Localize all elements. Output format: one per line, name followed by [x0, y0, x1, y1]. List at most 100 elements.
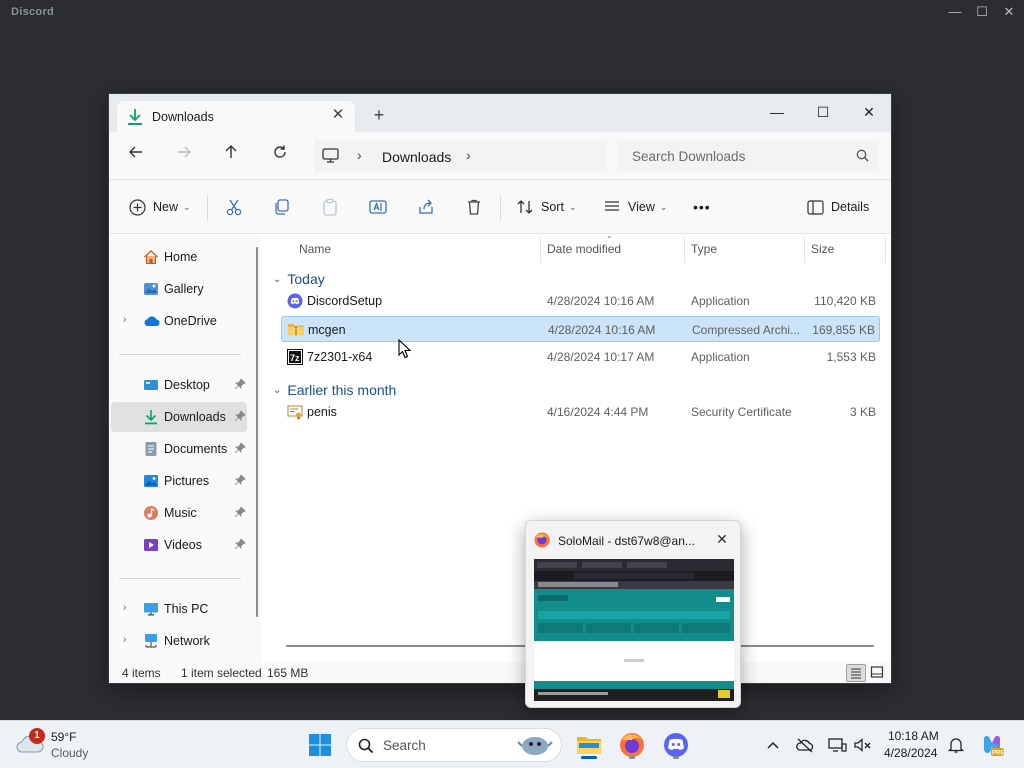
view-button[interactable]: View ⌄ [603, 195, 667, 219]
new-button[interactable]: New ⌄ [129, 195, 191, 219]
sidebar-item-label: OneDrive [164, 314, 217, 328]
delete-button[interactable] [465, 195, 483, 219]
details-view-icon [851, 668, 861, 679]
details-view-button[interactable] [846, 664, 866, 682]
paste-button[interactable] [321, 195, 339, 219]
certificate-icon [287, 404, 303, 420]
group-header-today[interactable]: ⌄ Today [273, 268, 325, 290]
refresh-button[interactable] [266, 142, 294, 170]
pin-icon[interactable] [234, 442, 246, 457]
pin-icon[interactable] [234, 506, 246, 521]
sort-icon [517, 200, 533, 214]
sidebar-item-downloads[interactable]: Downloads [111, 402, 247, 432]
column-header-label: Size [811, 242, 835, 256]
pin-icon[interactable] [234, 410, 246, 425]
taskbar-thumbnail-preview[interactable]: SoloMail - dst67w8@an... ✕ [525, 520, 741, 708]
plus-circle-icon [129, 198, 146, 216]
breadcrumb-downloads[interactable]: Downloads [382, 149, 451, 165]
sidebar-scrollbar[interactable] [256, 247, 258, 617]
new-label: New [153, 200, 179, 214]
copy-button[interactable] [273, 195, 291, 219]
chevron-right-icon[interactable]: › [123, 314, 126, 325]
close-button[interactable]: ✕ [846, 98, 891, 126]
rename-button[interactable] [369, 195, 387, 219]
forward-button[interactable] [170, 142, 198, 170]
start-button[interactable] [304, 729, 336, 761]
sidebar-item-onedrive[interactable]: › OneDrive [111, 306, 247, 336]
show-hidden-icons-button[interactable] [764, 736, 782, 754]
breadcrumb-separator[interactable]: › [466, 147, 471, 163]
sort-button[interactable]: Sort ⌄ [516, 195, 576, 219]
discord-close-button[interactable]: ✕ [998, 2, 1020, 22]
pictures-icon [143, 473, 159, 489]
gallery-icon [143, 281, 159, 297]
file-name: DiscordSetup [307, 294, 383, 308]
thumbnail-preview-image [534, 559, 734, 701]
sidebar-item-documents[interactable]: Documents [111, 434, 247, 464]
search-box[interactable]: Search Downloads [617, 140, 879, 172]
navigation-pane: Home Gallery › OneDrive Desktop Download… [109, 235, 261, 662]
tab-close-button[interactable]: ✕ [329, 106, 347, 124]
sidebar-item-gallery[interactable]: Gallery [111, 274, 247, 304]
sidebar-item-videos[interactable]: Videos [111, 530, 247, 560]
new-tab-button[interactable]: + [369, 105, 389, 125]
view-list-icon [605, 201, 619, 211]
column-header-size[interactable]: Size [805, 235, 885, 265]
up-button[interactable] [217, 142, 245, 170]
pin-icon[interactable] [234, 538, 246, 553]
display-tray-button[interactable] [827, 736, 847, 754]
taskbar-search-box[interactable]: Search [346, 728, 562, 762]
back-button[interactable] [122, 142, 150, 170]
thumbnail-close-button[interactable]: ✕ [714, 531, 730, 547]
tiles-view-button[interactable] [868, 664, 888, 682]
details-button[interactable]: Details [807, 195, 869, 219]
file-explorer-taskbar-button[interactable] [573, 729, 605, 761]
divider [119, 578, 241, 579]
maximize-button[interactable]: ☐ [800, 98, 846, 126]
sidebar-item-label: This PC [164, 602, 209, 616]
sidebar-item-home[interactable]: Home [111, 242, 247, 272]
sidebar-item-label: Pictures [164, 474, 210, 488]
file-row[interactable]: 7z 7z2301-x64 4/28/2024 10:17 AM Applica… [281, 344, 880, 370]
minimize-button[interactable]: — [754, 98, 800, 126]
file-row-selected[interactable]: mcgen 4/28/2024 10:16 AM Compressed Arch… [281, 316, 880, 342]
sidebar-item-network[interactable]: › Network [111, 626, 247, 656]
column-divider[interactable] [885, 237, 886, 263]
file-row[interactable]: DiscordSetup 4/28/2024 10:16 AM Applicat… [281, 288, 880, 314]
onedrive-tray-button[interactable] [795, 736, 814, 754]
discord-minimize-button[interactable]: — [944, 2, 966, 22]
share-button[interactable] [417, 195, 435, 219]
chevron-right-icon[interactable]: › [123, 634, 126, 645]
firefox-taskbar-button[interactable] [616, 729, 648, 761]
search-input[interactable]: Search Downloads [632, 149, 745, 164]
file-row[interactable]: penis 4/16/2024 4:44 PM Security Certifi… [281, 399, 880, 425]
sidebar-item-desktop[interactable]: Desktop [111, 370, 247, 400]
group-header-earlier-this-month[interactable]: ⌄ Earlier this month [273, 379, 396, 401]
sidebar-item-this-pc[interactable]: › This PC [111, 594, 247, 624]
sidebar-item-music[interactable]: Music [111, 498, 247, 528]
divider [207, 196, 208, 220]
file-type: Application [691, 294, 750, 308]
tiles-view-icon [870, 666, 884, 678]
column-header-type[interactable]: Type [685, 235, 803, 265]
pin-icon[interactable] [234, 474, 246, 489]
column-header-name[interactable]: Name [284, 235, 540, 265]
tab-downloads[interactable]: Downloads ✕ [117, 101, 355, 132]
breadcrumb[interactable]: › Downloads › [314, 140, 607, 172]
share-icon [419, 199, 433, 214]
chevron-right-icon[interactable]: › [123, 602, 126, 613]
details-label: Details [831, 200, 870, 214]
clock[interactable]: 10:18 AM 4/28/2024 [880, 721, 944, 768]
cut-button[interactable] [225, 195, 243, 219]
notifications-button[interactable] [947, 736, 965, 754]
svg-text:7z: 7z [290, 353, 300, 363]
discord-taskbar-button[interactable] [660, 729, 692, 761]
sidebar-item-pictures[interactable]: Pictures [111, 466, 247, 496]
pin-icon[interactable] [234, 378, 246, 393]
discord-maximize-button[interactable]: ☐ [971, 2, 993, 22]
breadcrumb-separator[interactable]: › [357, 147, 362, 163]
volume-tray-button[interactable] [853, 736, 871, 754]
weather-widget[interactable]: 1 59°F Cloudy [0, 721, 100, 768]
copilot-button[interactable]: PRE [980, 733, 1004, 757]
more-options-button[interactable]: ••• [693, 195, 711, 219]
